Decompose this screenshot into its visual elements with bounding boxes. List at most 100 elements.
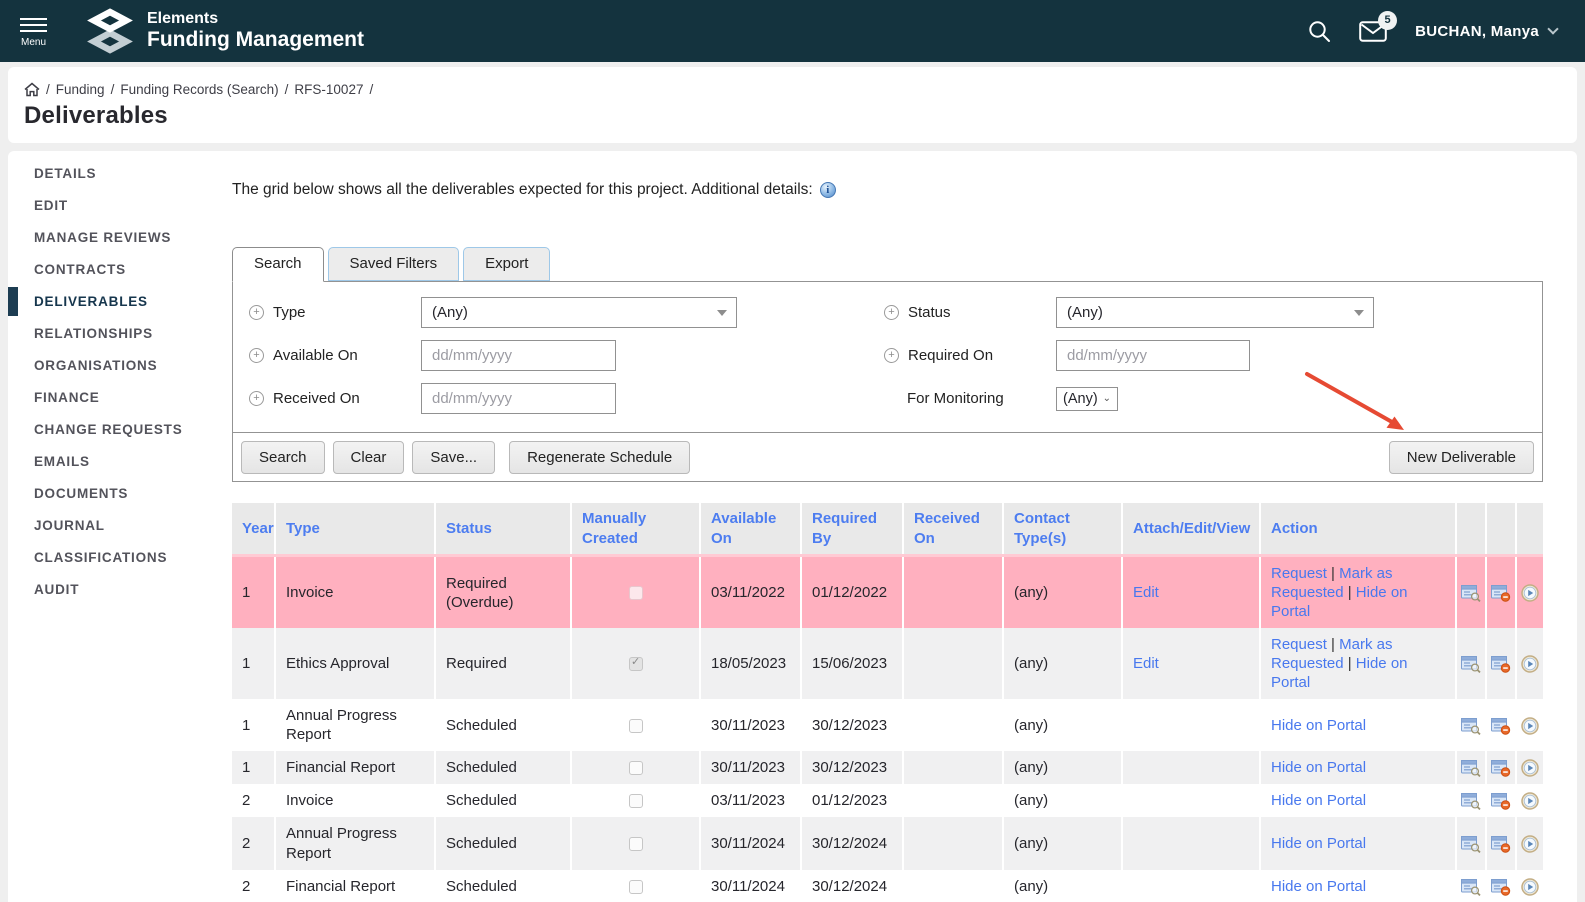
cell-manually-created (571, 699, 700, 751)
cell-attach-edit-view: Edit (1122, 628, 1260, 699)
expand-type-filter-icon[interactable]: + (249, 305, 264, 320)
history-icon[interactable] (1521, 878, 1539, 896)
tab-search[interactable]: Search (232, 247, 324, 282)
home-icon[interactable] (24, 82, 40, 97)
search-submit-button[interactable]: Search (241, 441, 325, 474)
manually-created-checkbox[interactable] (629, 761, 643, 775)
expand-received-on-filter-icon[interactable]: + (249, 391, 264, 406)
cell-contact-types: (any) (1003, 817, 1122, 869)
sidebar-item-documents[interactable]: DOCUMENTS (8, 478, 232, 509)
user-menu[interactable]: BUCHAN, Manya (1415, 23, 1557, 40)
manually-created-checkbox[interactable] (629, 657, 643, 671)
column-header-received-on[interactable]: Received On (903, 503, 1003, 556)
hide-on-portal-link[interactable]: Hide on Portal (1271, 717, 1366, 734)
request-link[interactable]: Request (1271, 565, 1327, 582)
history-icon[interactable] (1521, 759, 1539, 777)
open-record-icon[interactable] (1461, 759, 1481, 777)
sidebar-item-change-requests[interactable]: CHANGE REQUESTS (8, 414, 232, 445)
expand-available-on-filter-icon[interactable]: + (249, 348, 264, 363)
sidebar-item-emails[interactable]: EMAILS (8, 446, 232, 477)
breadcrumb-funding-records[interactable]: Funding Records (Search) (120, 82, 278, 97)
sidebar-item-classifications[interactable]: CLASSIFICATIONS (8, 542, 232, 573)
manually-created-checkbox[interactable] (629, 794, 643, 808)
sidebar-item-finance[interactable]: FINANCE (8, 382, 232, 413)
breadcrumb-funding[interactable]: Funding (56, 82, 105, 97)
sidebar-item-manage-reviews[interactable]: MANAGE REVIEWS (8, 222, 232, 253)
search-filter-panel: + Type (Any) + Available On (232, 281, 1543, 433)
history-icon[interactable] (1521, 835, 1539, 853)
sidebar-item-details[interactable]: DETAILS (8, 158, 232, 189)
sidebar-item-relationships[interactable]: RELATIONSHIPS (8, 318, 232, 349)
remove-record-icon[interactable] (1491, 759, 1511, 777)
column-header-available-on[interactable]: Available On (700, 503, 801, 556)
remove-record-icon[interactable] (1491, 835, 1511, 853)
available-on-input[interactable] (421, 340, 616, 371)
received-on-input[interactable] (421, 383, 616, 414)
manually-created-checkbox[interactable] (629, 719, 643, 733)
required-on-input[interactable] (1056, 340, 1250, 371)
menu-button[interactable]: Menu (20, 14, 47, 48)
remove-record-icon[interactable] (1491, 792, 1511, 810)
type-filter-dropdown[interactable]: (Any) (421, 297, 737, 328)
hide-on-portal-link[interactable]: Hide on Portal (1271, 792, 1366, 809)
open-record-icon[interactable] (1461, 835, 1481, 853)
edit-link[interactable]: Edit (1133, 584, 1159, 601)
info-icon[interactable]: i (820, 182, 836, 198)
tab-export[interactable]: Export (463, 247, 550, 281)
column-header-status[interactable]: Status (435, 503, 571, 556)
remove-record-icon[interactable] (1491, 655, 1511, 673)
column-header-action[interactable]: Action (1260, 503, 1456, 556)
column-header-type[interactable]: Type (275, 503, 435, 556)
column-header-required-by[interactable]: Required By (801, 503, 903, 556)
expand-required-on-filter-icon[interactable]: + (884, 348, 899, 363)
for-monitoring-select[interactable]: (Any) ⌄ (1056, 387, 1118, 411)
breadcrumb-record-id[interactable]: RFS-10027 (294, 82, 363, 97)
save-button[interactable]: Save... (412, 441, 495, 474)
hide-on-portal-link[interactable]: Hide on Portal (1271, 759, 1366, 776)
clear-button[interactable]: Clear (333, 441, 405, 474)
open-record-icon[interactable] (1461, 655, 1481, 673)
sidebar-item-contracts[interactable]: CONTRACTS (8, 254, 232, 285)
open-record-icon[interactable] (1461, 878, 1481, 896)
intro-row: The grid below shows all the deliverable… (232, 181, 1543, 199)
tab-saved-filters[interactable]: Saved Filters (328, 247, 460, 281)
column-header-attach-edit-view[interactable]: Attach/Edit/View (1122, 503, 1260, 556)
manually-created-checkbox[interactable] (629, 586, 643, 600)
search-button[interactable] (1308, 20, 1331, 43)
cell-contact-types: (any) (1003, 751, 1122, 784)
remove-record-icon[interactable] (1491, 717, 1511, 735)
edit-link[interactable]: Edit (1133, 655, 1159, 672)
sidebar-item-organisations[interactable]: ORGANISATIONS (8, 350, 232, 381)
request-link[interactable]: Request (1271, 636, 1327, 653)
column-header-icons (1516, 503, 1543, 556)
status-filter-dropdown[interactable]: (Any) (1056, 297, 1374, 328)
manually-created-checkbox[interactable] (629, 837, 643, 851)
hide-on-portal-link[interactable]: Hide on Portal (1271, 835, 1366, 852)
cell-manually-created (571, 628, 700, 699)
manually-created-checkbox[interactable] (629, 880, 643, 894)
hide-on-portal-link[interactable]: Hide on Portal (1271, 878, 1366, 895)
sidebar-item-journal[interactable]: JOURNAL (8, 510, 232, 541)
cell-type: Annual Progress Report (275, 699, 435, 751)
column-header-year[interactable]: Year (232, 503, 275, 556)
history-icon[interactable] (1521, 792, 1539, 810)
sidebar-item-deliverables[interactable]: DELIVERABLES (8, 286, 232, 317)
messages-button[interactable]: 5 (1359, 21, 1387, 42)
open-record-icon[interactable] (1461, 717, 1481, 735)
new-deliverable-button[interactable]: New Deliverable (1389, 441, 1534, 474)
expand-status-filter-icon[interactable]: + (884, 305, 899, 320)
brand[interactable]: Elements Funding Management (87, 8, 364, 54)
column-header-contact-type-s[interactable]: Contact Type(s) (1003, 503, 1122, 556)
open-record-icon[interactable] (1461, 792, 1481, 810)
remove-record-icon[interactable] (1491, 584, 1511, 602)
cell-year: 2 (232, 870, 275, 902)
open-record-icon[interactable] (1461, 584, 1481, 602)
history-icon[interactable] (1521, 584, 1539, 602)
column-header-manually-created[interactable]: Manually Created (571, 503, 700, 556)
sidebar-item-edit[interactable]: EDIT (8, 190, 232, 221)
regenerate-schedule-button[interactable]: Regenerate Schedule (509, 441, 690, 474)
sidebar-item-audit[interactable]: AUDIT (8, 574, 232, 605)
history-icon[interactable] (1521, 655, 1539, 673)
history-icon[interactable] (1521, 717, 1539, 735)
remove-record-icon[interactable] (1491, 878, 1511, 896)
